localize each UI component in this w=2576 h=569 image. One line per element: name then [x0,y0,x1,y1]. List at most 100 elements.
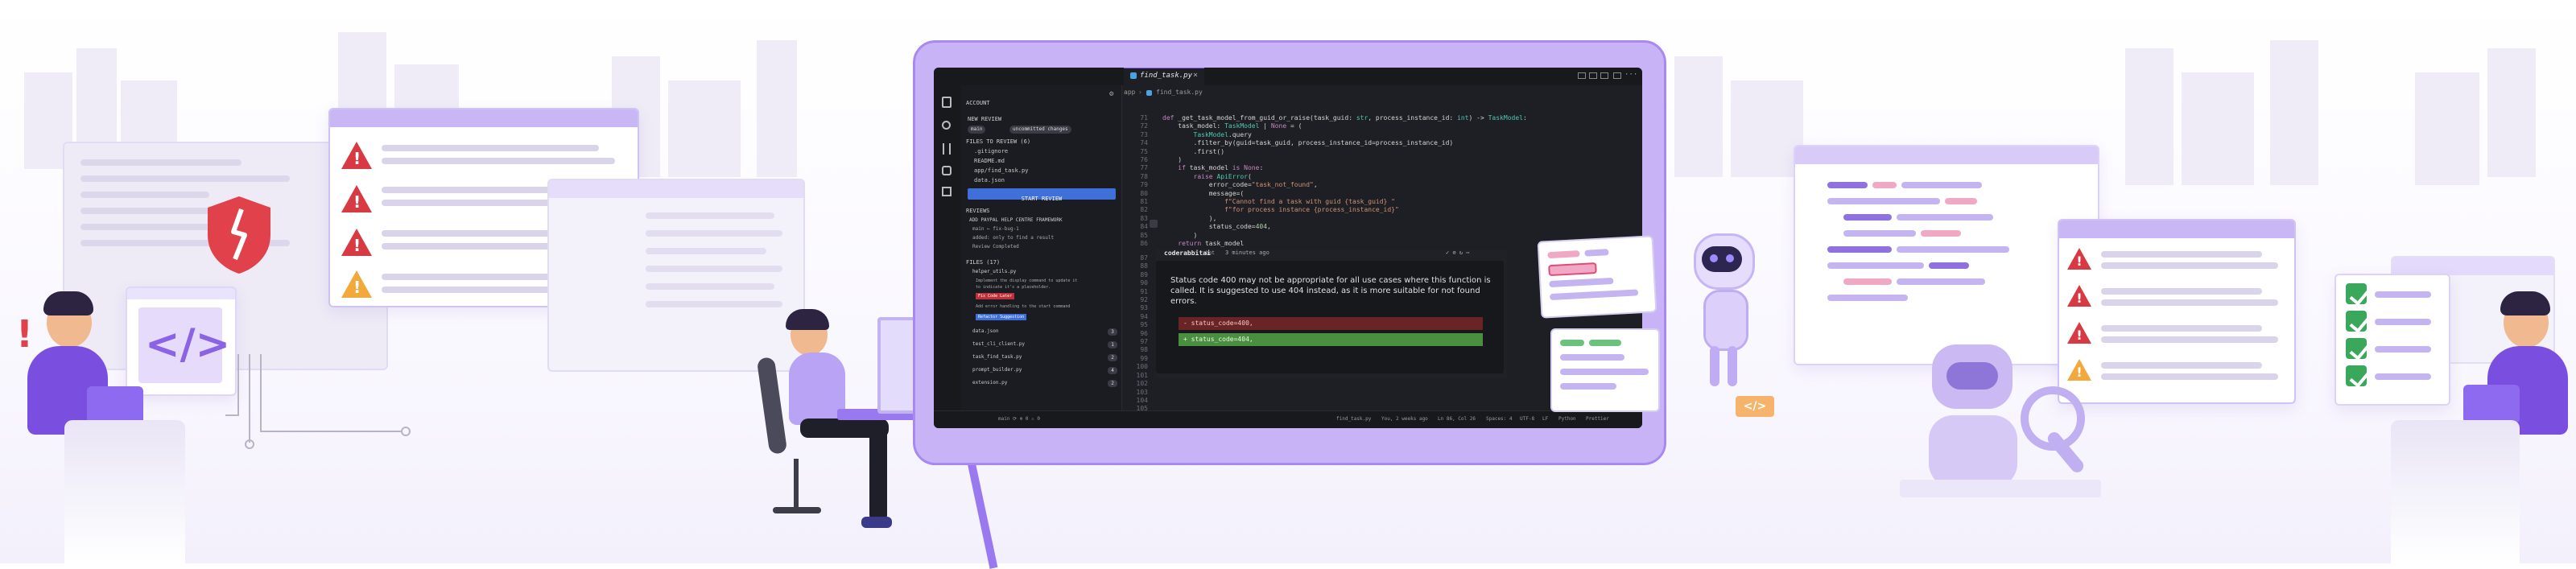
line-number: 83 [1140,214,1148,222]
status-encoding[interactable]: UTF-8 [1520,416,1534,422]
line-number: 88 [1140,262,1148,270]
line-number: 95 [1140,321,1148,329]
list-item[interactable]: main ← fix-bug-1 [972,226,1019,232]
review-sidebar: ⚙ ACCOUNT NEW REVIEW main uncommitted ch… [961,85,1122,410]
files-icon[interactable] [942,97,952,108]
line-numbers-top: 71 72 73 74 75 76 77 78 79 80 81 82 83 84 85 86 [1130,114,1148,249]
line-number: 92 [1140,296,1148,304]
count-badge: 3 [1108,328,1117,336]
line-number: 85 [1140,231,1148,239]
breadcrumb-file[interactable]: find_task.py [1156,89,1203,96]
status-position[interactable]: Ln 86, Col 26 [1438,416,1476,422]
line-number: 96 [1140,329,1148,337]
files-to-review-header[interactable]: FILES TO REVIEW (6) [966,138,1030,145]
start-review-label: START REVIEW [1021,196,1063,202]
checkmark-icon [2346,311,2367,332]
code-line: return task_model [1178,240,1245,248]
changes-chip[interactable]: uncommitted changes [1009,126,1071,134]
status-blame[interactable]: You, 2 weeks ago [1381,416,1428,422]
code-line: .filter_by(guid=task_guid, process_insta… [1162,139,1454,147]
files-count-header[interactable]: FILES (17) [966,259,1000,266]
review-title[interactable]: ADD PAYPAL HELP CENTRE FRAMEWORK [969,217,1063,223]
robot-badge: </> [1736,396,1774,417]
checkmark-icon [2346,365,2367,386]
diff-removed-line: - status_code=400, [1179,317,1483,330]
debug-icon[interactable] [942,166,952,175]
desk-block-right [2391,420,2520,563]
comment-username[interactable]: coderabbitai [1164,249,1211,257]
line-number: 103 [1136,388,1148,396]
count-badge: 2 [1108,380,1117,387]
line-number: 98 [1140,346,1148,354]
list-item[interactable]: .gitignore [974,148,1008,155]
activity-bar [934,85,961,410]
close-icon[interactable]: × [1193,71,1198,80]
line-number: 79 [1140,181,1148,189]
right-scene: ! ! ! ! [1771,0,2576,563]
badge-blue: Refactor Suggestion [976,314,1027,320]
code-line: ) [1162,156,1183,164]
code-lines-panel [1794,145,2099,365]
line-number: 101 [1136,371,1148,379]
status-branch[interactable]: main ⟳ ⊗ 0 ⚠ 0 [998,416,1040,422]
line-number: 74 [1140,139,1148,147]
code-line: raise ApiError( [1193,172,1252,180]
code-line: status_code=404, [1162,223,1271,231]
code-line: task_model: TaskModel | None = ( [1162,122,1302,130]
start-review-button[interactable]: START REVIEW [968,188,1116,202]
status-bar: main ⟳ ⊗ 0 ⚠ 0 find_task.py You, 2 weeks… [934,410,1642,428]
warning-icon: ! [341,185,372,212]
list-item[interactable]: Review Completed [972,244,1019,249]
code-line: f"Cannot find a task with guid {task_gui… [1224,198,1395,206]
left-scene: ! ! ! ! </> ! [0,0,805,563]
list-item[interactable]: extension.py [972,380,1007,386]
line-number: 102 [1136,380,1148,388]
list-item[interactable]: data.json [972,328,999,334]
list-item[interactable]: prompt_builder.py [972,367,1022,373]
list-item[interactable]: task_find_task.py [972,354,1022,360]
code-line: if task_model is None: [1178,164,1264,172]
list-item[interactable]: data.json [974,177,1005,183]
warning-icon: ! [341,270,372,298]
list-item[interactable]: app/find_task.py [974,167,1028,174]
status-indent[interactable]: Spaces: 4 [1486,416,1513,422]
comment-actions[interactable]: ✓ ⊘ ↻ ⋯ [1446,249,1470,256]
code-line: ) [1162,231,1198,239]
line-number: 76 [1140,156,1148,164]
checkmark-icon [2346,338,2367,359]
search-icon[interactable] [942,121,951,130]
line-numbers-bottom: 87 88 89 90 91 92 93 94 95 96 97 98 99 100 101 102 103 10… [1130,254,1148,428]
issue-file[interactable]: helper_utils.py [972,269,1016,274]
count-badge: 2 [1108,354,1117,361]
editor-tab[interactable]: find_task.py × [1124,68,1204,85]
line-number: 78 [1140,172,1148,180]
issue-text: Implement the display command to update … [976,278,1078,283]
review-comment: coderabbitai bot 3 minutes ago ✓ ⊘ ↻ ⋯ S… [1156,249,1507,378]
reviews-header[interactable]: REVIEWS [966,208,990,214]
line-number: 82 [1140,206,1148,214]
code-line: message=( [1162,189,1245,197]
line-number: 97 [1140,338,1148,346]
account-header[interactable]: ACCOUNT [966,100,990,106]
line-number: 73 [1140,130,1148,138]
git-icon[interactable] [943,143,951,155]
list-item[interactable]: test_cli_client.py [972,341,1025,347]
list-item[interactable]: added: only to find a result [972,235,1054,241]
new-review-header: NEW REVIEW [968,116,1002,122]
breadcrumb-dir[interactable]: app [1124,89,1135,96]
issue-text: Add error handling to the start command [976,304,1071,309]
code-line: .first() [1162,147,1225,155]
robot-scene: </> [1537,225,1774,467]
review-card [1537,235,1657,319]
list-item[interactable]: README.md [974,158,1005,164]
python-file-icon [1130,72,1137,79]
status-file[interactable]: find_task.py [1336,416,1371,422]
code-block: def _get_task_model_from_guid_or_raise(t… [1162,114,1527,249]
extensions-icon[interactable] [942,187,952,196]
line-number: 80 [1140,189,1148,197]
comment-marker[interactable] [1150,220,1158,228]
settings-icon[interactable]: ⚙ [1109,90,1113,98]
count-badge: 1 [1108,341,1117,348]
branch-chip[interactable]: main [968,126,986,134]
tab-filename: find_task.py [1140,72,1193,80]
